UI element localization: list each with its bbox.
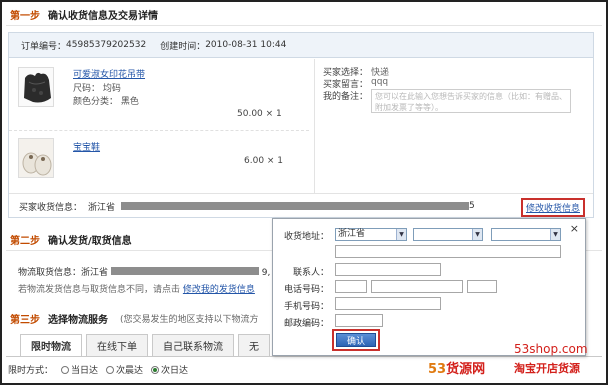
product-color: 颜色分类： 黑色: [73, 97, 139, 107]
modify-address-popup: × 收货地址： 浙江省 ▼ ▼ ▼ 联系人： 电话号码： 手机号码： 邮政编码： …: [272, 218, 586, 356]
close-icon[interactable]: ×: [570, 222, 579, 235]
limit-mode-label: 限时方式：: [8, 366, 54, 376]
radio-same-day[interactable]: 当日达: [61, 363, 98, 376]
step1-header: 第一步 确认收货信息及交易详情: [6, 4, 602, 26]
address-tail: 5: [469, 201, 475, 211]
redacted-address: [121, 202, 470, 210]
watermark-slogan: 淘宝开店货源: [514, 362, 580, 375]
address-label: 买家收货信息：: [19, 202, 83, 213]
product-size: 尺码： 均码: [73, 84, 121, 94]
buyer-message-value: qqq: [371, 77, 389, 87]
step3-title: 选择物流服务: [48, 314, 108, 326]
street-input[interactable]: [335, 245, 561, 258]
tab-limited-logistics[interactable]: 限时物流: [20, 334, 82, 356]
step1-title: 确认收货信息及交易详情: [48, 11, 158, 22]
confirm-highlight: 确认: [332, 329, 380, 351]
notice-text: 若物流发货信息与取货信息不同，请点击: [18, 285, 181, 295]
pickup-tail: 9,: [261, 268, 271, 278]
watermark-domain: 53shop.com: [514, 342, 588, 356]
address-province: 浙江省: [88, 202, 116, 213]
buyer-address-row: 买家收货信息： 浙江省 5 修改收货信息: [9, 193, 593, 218]
phone-label: 电话号码：: [283, 285, 329, 295]
created-time: 2010-08-31 10:44: [205, 40, 287, 50]
sender-notice: 若物流发货信息与取货信息不同，请点击 修改我的发货信息: [18, 282, 255, 295]
zip-label: 邮政编码：: [283, 319, 329, 329]
district-select[interactable]: ▼: [491, 228, 561, 241]
popup-address-label: 收货地址：: [283, 232, 329, 242]
pickup-row: 物流取货信息：浙江省 9,: [18, 265, 270, 278]
contact-label: 联系人：: [292, 268, 329, 278]
redacted-pickup: [110, 267, 259, 275]
step1-number: 第一步: [10, 11, 40, 22]
step2-title: 确认发货/取货信息: [48, 236, 132, 247]
mobile-input[interactable]: [335, 297, 441, 310]
phone-ext-input[interactable]: [467, 280, 497, 293]
mobile-label: 手机号码：: [283, 302, 329, 312]
order-item: 可爱淑女印花吊带 尺码： 均码 颜色分类： 黑色 50.00 × 1: [9, 59, 309, 131]
remark-textarea[interactable]: 您可以在此输入您想告诉买家的信息（比如：有赠品、附加发票了等等）。: [371, 89, 571, 113]
logistics-tabs: 限时物流 在线下单 自己联系物流 无: [20, 334, 270, 356]
city-select[interactable]: ▼: [413, 228, 483, 241]
order-item: 宝宝鞋 6.00 × 1: [9, 132, 309, 192]
confirm-button[interactable]: 确认: [336, 333, 376, 347]
chevron-down-icon: ▼: [472, 229, 482, 240]
phone-number-input[interactable]: [371, 280, 463, 293]
limit-mode-row: 限时方式： 当日达 次晨达 次日达: [8, 363, 188, 376]
order-box: 订单编号： 45985379202532 创建时间： 2010-08-31 10:4…: [8, 32, 594, 218]
product-name-link[interactable]: 可爱淑女印花吊带: [73, 67, 145, 80]
buyer-info-panel: 买家选择： 快递 买家留言： qqq 我的备注： 您可以在此输入您想告诉买家的信…: [314, 59, 594, 194]
step2-number: 第二步: [10, 236, 40, 247]
province-select[interactable]: 浙江省 ▼: [335, 228, 407, 241]
order-number: 45985379202532: [66, 40, 147, 50]
radio-next-day[interactable]: 次日达: [151, 363, 188, 376]
modify-address-link[interactable]: 修改收货信息: [520, 198, 585, 217]
step3-number: 第三步: [10, 314, 40, 326]
product-price: 50.00 × 1: [237, 109, 282, 119]
pickup-label: 物流取货信息：: [18, 268, 82, 278]
product-thumbnail[interactable]: [18, 138, 54, 178]
chevron-down-icon: ▼: [550, 229, 560, 240]
created-label: 创建时间：: [160, 41, 206, 52]
pickup-province: 浙江省: [81, 268, 109, 278]
phone-area-input[interactable]: [335, 280, 367, 293]
product-name-link[interactable]: 宝宝鞋: [73, 140, 100, 153]
tab-underline: [6, 356, 602, 357]
tab-self-contact[interactable]: 自己联系物流: [152, 334, 234, 356]
tab-none[interactable]: 无: [238, 334, 270, 356]
contact-input[interactable]: [335, 263, 441, 276]
modify-sender-link[interactable]: 修改我的发货信息: [183, 285, 255, 295]
product-thumbnail[interactable]: [18, 67, 54, 107]
tab-online-order[interactable]: 在线下单: [86, 334, 148, 356]
remark-label: 我的备注：: [323, 92, 369, 102]
order-number-label: 订单编号：: [21, 41, 67, 52]
chevron-down-icon: ▼: [396, 229, 406, 240]
order-header: 订单编号： 45985379202532 创建时间： 2010-08-31 10:4…: [9, 33, 593, 58]
product-price: 6.00 × 1: [244, 156, 284, 166]
radio-next-morning[interactable]: 次晨达: [106, 363, 143, 376]
zip-input[interactable]: [335, 314, 383, 327]
step3-note: (您交易发生的地区支持以下物流方: [120, 314, 259, 325]
watermark-brand: 53货源网: [428, 362, 486, 377]
